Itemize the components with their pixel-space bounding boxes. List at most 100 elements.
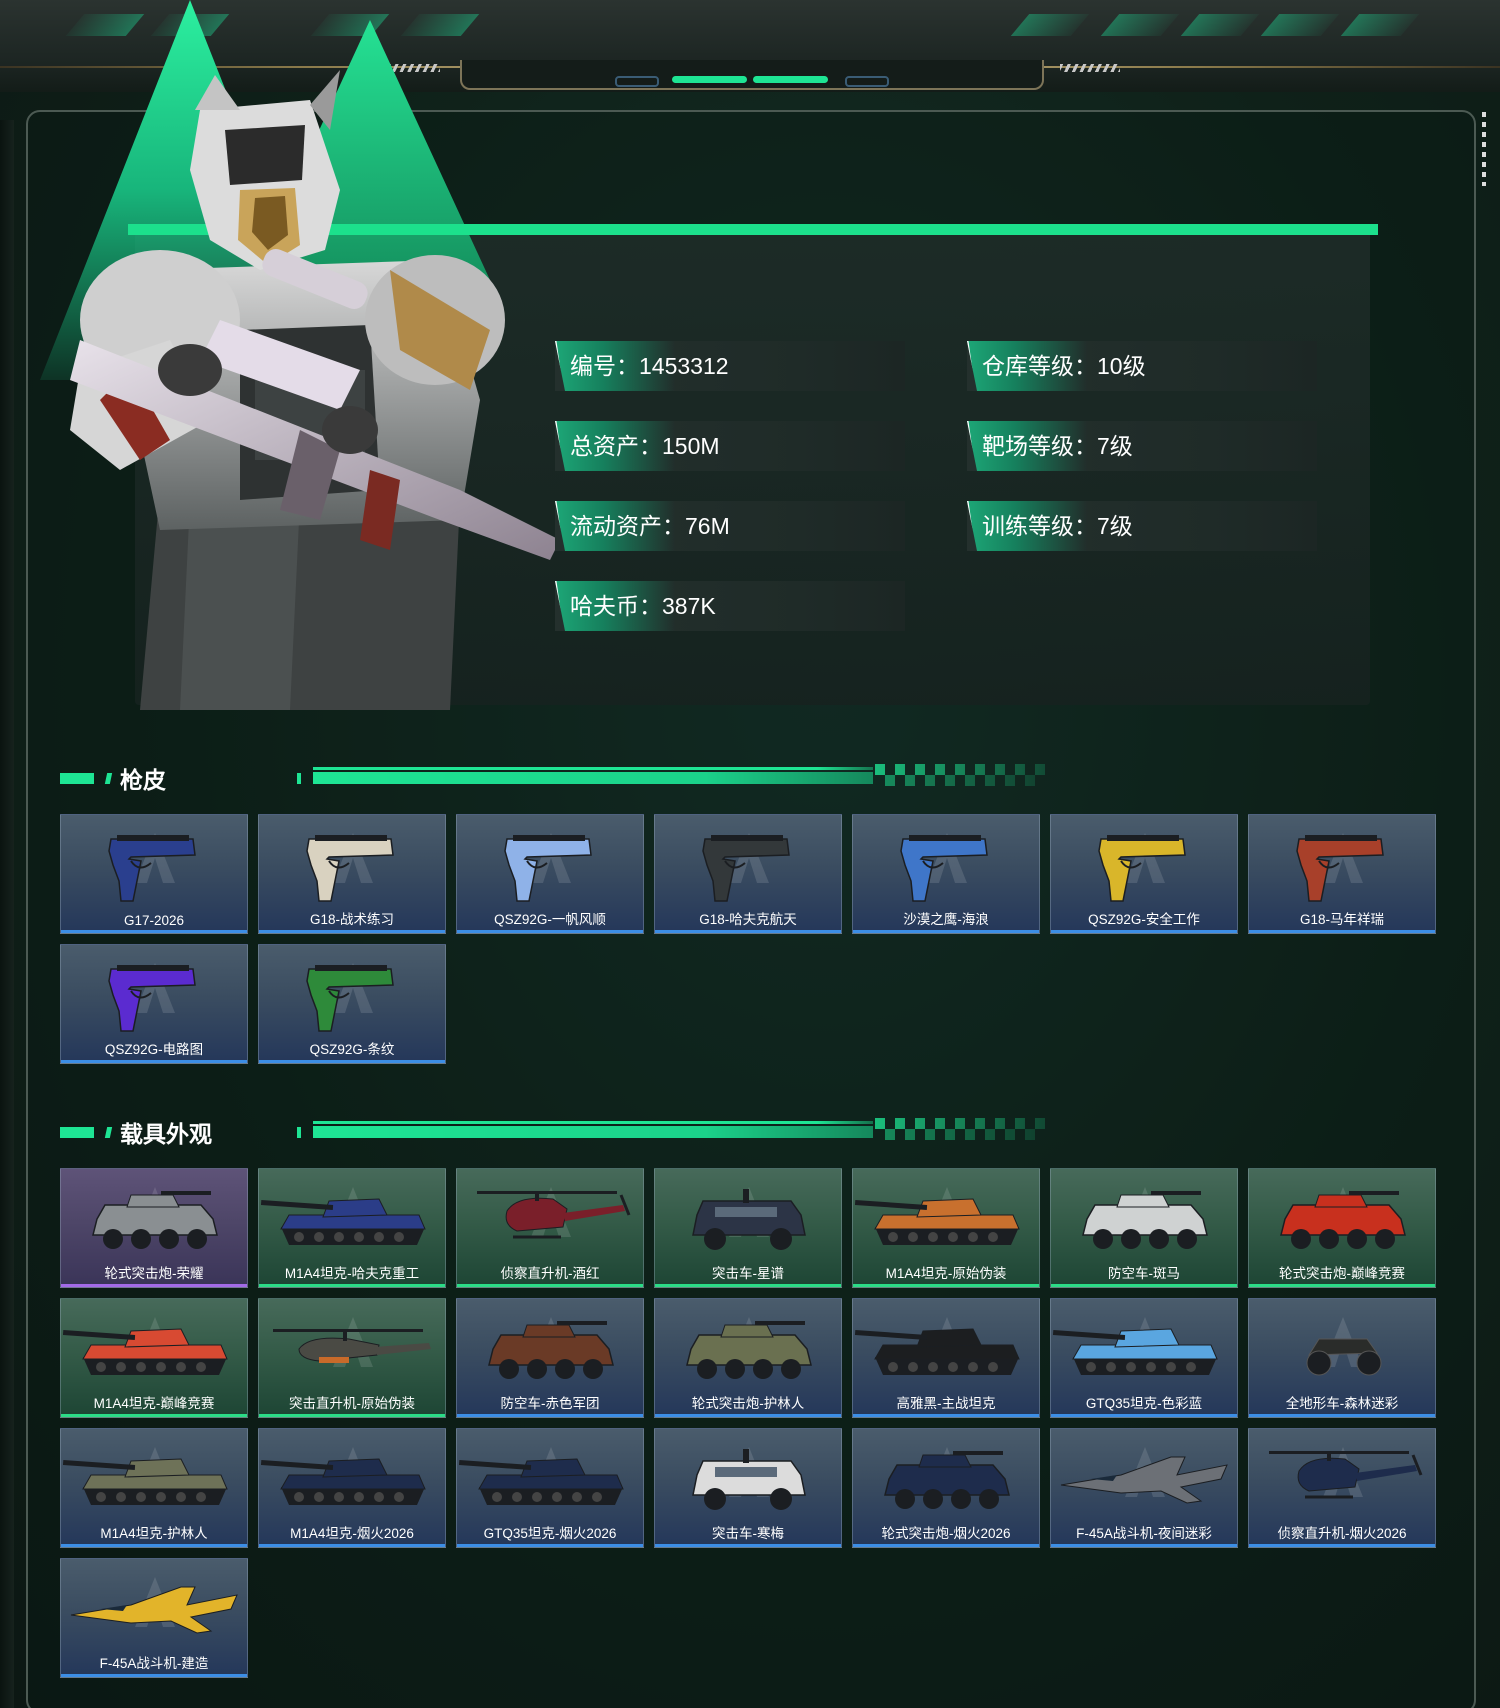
skin-card[interactable]: 高雅黑-主战坦克 <box>852 1298 1040 1418</box>
pistol-icon <box>1296 835 1384 902</box>
skin-card[interactable]: 防空车-赤色军团 <box>456 1298 644 1418</box>
skin-name: G18-马年祥瑞 <box>1299 912 1384 927</box>
skin-card[interactable]: G18-哈夫克航天 <box>654 814 842 934</box>
section-title: 载具外观 <box>120 1121 212 1147</box>
pistol-icon <box>900 835 988 902</box>
skin-card[interactable]: GTQ35坦克-色彩蓝 <box>1050 1298 1238 1418</box>
vehicle-skin-grid: 轮式突击炮-荣耀 M1A4坦克-哈夫克重工 侦察直升机-酒红 突击车-星谱 M1… <box>60 1168 1436 1678</box>
skin-card[interactable]: 突击车-星谱 <box>654 1168 842 1288</box>
skin-card[interactable]: M1A4坦克-巅峰竞赛 <box>60 1298 248 1418</box>
skin-name: 轮式突击炮-巅峰竞赛 <box>1279 1266 1405 1281</box>
section-line <box>313 1126 873 1138</box>
helicopter-icon <box>1269 1451 1423 1499</box>
pistol-icon <box>108 965 196 1032</box>
stat-liquid-assets: 流动资产：76M <box>555 501 905 551</box>
header-pill-active <box>672 76 747 83</box>
tank-icon <box>854 1328 1020 1375</box>
skin-card[interactable]: 全地形车-森林迷彩 <box>1248 1298 1436 1418</box>
armored-car-icon <box>92 1191 218 1249</box>
stat-warehouse-level: 仓库等级：10级 <box>967 341 1317 391</box>
skin-card[interactable]: QSZ92G-安全工作 <box>1050 814 1238 934</box>
skin-name: M1A4坦克-巅峰竞赛 <box>93 1396 215 1411</box>
skin-card[interactable]: F-45A战斗机-建造 <box>60 1558 248 1678</box>
armored-car-icon <box>1280 1191 1406 1249</box>
stat-label: 流动资产：76M <box>570 513 730 539</box>
skin-card[interactable]: 沙漠之鹰-海浪 <box>852 814 1040 934</box>
skin-card[interactable]: M1A4坦克-原始伪装 <box>852 1168 1040 1288</box>
skin-card[interactable]: 轮式突击炮-荣耀 <box>60 1168 248 1288</box>
atv-icon <box>1306 1338 1382 1376</box>
skin-name: 轮式突击炮-烟火2026 <box>881 1526 1011 1541</box>
skin-card[interactable]: M1A4坦克-烟火2026 <box>258 1428 446 1548</box>
stat-haf-coin: 哈夫币：387K <box>555 581 905 631</box>
header-pill <box>615 76 659 87</box>
section-marker <box>60 773 94 784</box>
stat-id: 编号：1453312 <box>555 341 905 391</box>
skin-card[interactable]: GTQ35坦克-烟火2026 <box>456 1428 644 1548</box>
skin-name: 突击直升机-原始伪装 <box>289 1396 415 1411</box>
section-checker-pattern <box>875 764 1045 786</box>
fighter-jet-icon <box>70 1586 238 1634</box>
section-line <box>313 767 873 770</box>
tank-icon <box>854 1198 1020 1245</box>
skin-name: F-45A战斗机-建造 <box>99 1656 209 1671</box>
skin-name: QSZ92G-一帆风顺 <box>494 912 606 927</box>
section-marker <box>297 1127 301 1138</box>
skin-card[interactable]: QSZ92G-条纹 <box>258 944 446 1064</box>
skin-name: G18-战术练习 <box>309 912 394 927</box>
skin-card[interactable]: 突击直升机-原始伪装 <box>258 1298 446 1418</box>
skin-card[interactable]: M1A4坦克-护林人 <box>60 1428 248 1548</box>
section-marker <box>297 773 301 784</box>
skin-name: M1A4坦克-护林人 <box>100 1526 208 1541</box>
section-marker <box>104 773 113 784</box>
skin-name: M1A4坦克-哈夫克重工 <box>284 1266 420 1281</box>
skin-card[interactable]: QSZ92G-电路图 <box>60 944 248 1064</box>
stat-training-level: 训练等级：7级 <box>967 501 1317 551</box>
weapon-skin-grid: G17-2026 G18-战术练习 QSZ92G-一帆风顺 G18-哈夫克航天 … <box>60 814 1436 1064</box>
skin-name: QSZ92G-电路图 <box>104 1042 204 1057</box>
skin-card[interactable]: G18-马年祥瑞 <box>1248 814 1436 934</box>
pistol-icon <box>702 835 790 902</box>
skin-card[interactable]: 侦察直升机-烟火2026 <box>1248 1428 1436 1548</box>
stat-label: 编号：1453312 <box>570 353 729 379</box>
pistol-icon <box>306 965 394 1032</box>
profile-screen: 编号：1453312 仓库等级：10级 总资产：150M 靶场等级：7级 流动资… <box>0 0 1500 1708</box>
skin-card[interactable]: G17-2026 <box>60 814 248 934</box>
skin-card[interactable]: 轮式突击炮-巅峰竞赛 <box>1248 1168 1436 1288</box>
skin-name: 沙漠之鹰-海浪 <box>903 912 989 927</box>
soldier-avatar <box>70 70 560 710</box>
tank-icon <box>62 1458 228 1505</box>
skin-card[interactable]: M1A4坦克-哈夫克重工 <box>258 1168 446 1288</box>
skin-name: 高雅黑-主战坦克 <box>896 1396 996 1411</box>
stat-total-assets: 总资产：150M <box>555 421 905 471</box>
skin-name: QSZ92G-安全工作 <box>1088 912 1200 927</box>
stat-label: 总资产：150M <box>570 433 720 459</box>
skin-name: GTQ35坦克-烟火2026 <box>483 1526 617 1541</box>
stat-label: 仓库等级：10级 <box>982 353 1146 379</box>
header-pill-active <box>753 76 828 83</box>
skin-card[interactable]: 侦察直升机-酒红 <box>456 1168 644 1288</box>
skin-card[interactable]: 轮式突击炮-护林人 <box>654 1298 842 1418</box>
armored-car-icon <box>1082 1191 1208 1249</box>
section-marker <box>60 1127 94 1138</box>
skin-name: M1A4坦克-烟火2026 <box>290 1526 414 1541</box>
tank-icon <box>260 1198 426 1245</box>
skin-card[interactable]: QSZ92G-一帆风顺 <box>456 814 644 934</box>
section-checker-pattern <box>875 1118 1045 1140</box>
scroll-indicator[interactable] <box>1482 112 1486 186</box>
pistol-icon <box>504 835 592 902</box>
header-slash <box>400 14 480 36</box>
skin-card[interactable]: 突击车-寒梅 <box>654 1428 842 1548</box>
skin-card[interactable]: G18-战术练习 <box>258 814 446 934</box>
skin-card[interactable]: F-45A战斗机-夜间迷彩 <box>1050 1428 1238 1548</box>
helicopter-icon <box>477 1191 631 1239</box>
armored-car-icon <box>488 1321 614 1379</box>
armored-car-icon <box>686 1321 812 1379</box>
skin-card[interactable]: 轮式突击炮-烟火2026 <box>852 1428 1040 1548</box>
header-slash <box>1010 14 1090 36</box>
section-line <box>313 1121 873 1124</box>
skin-card[interactable]: 防空车-斑马 <box>1050 1168 1238 1288</box>
tank-icon <box>458 1458 624 1505</box>
pistol-icon <box>108 835 196 902</box>
assault-vehicle-icon <box>692 1189 806 1250</box>
